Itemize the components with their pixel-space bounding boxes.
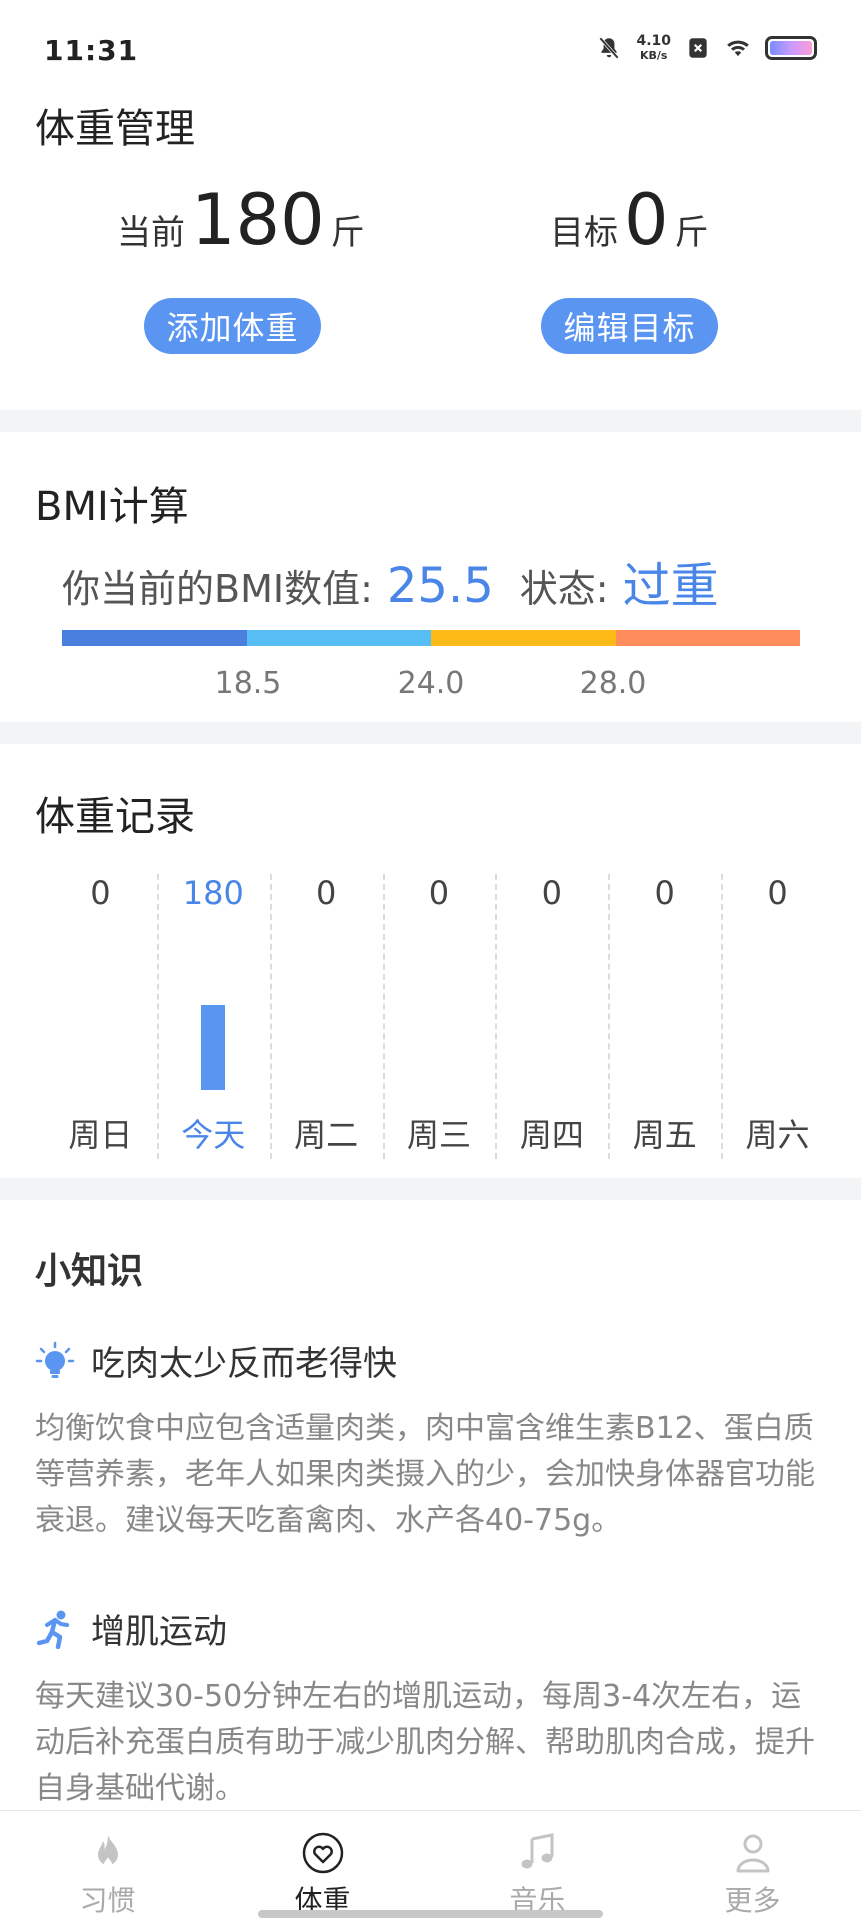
- day-column[interactable]: 0 周日: [44, 874, 157, 1159]
- bmi-tick: 28.0: [579, 666, 647, 701]
- nav-label: 更多: [724, 1884, 781, 1917]
- day-label: 周三: [406, 1116, 471, 1154]
- day-divider: [495, 874, 498, 1159]
- running-icon: [36, 1610, 69, 1649]
- net-speed: 4.10 KB/s: [636, 33, 671, 62]
- nav-item-more[interactable]: 更多: [645, 1811, 860, 1920]
- bmi-tick: 18.5: [214, 666, 282, 701]
- flame-icon: [97, 1835, 118, 1868]
- tip-body: 每天建议30-50分钟左右的增肌运动，每周3-4次左右，运动后补充蛋白质有助于减…: [35, 1679, 815, 1806]
- nav-item-habits[interactable]: 习惯: [0, 1811, 215, 1920]
- bmi-scale-segment: [246, 630, 431, 646]
- day-label: 周六: [745, 1116, 810, 1154]
- bmi-tick: 24.0: [397, 666, 465, 701]
- day-column[interactable]: 180 今天: [157, 874, 270, 1159]
- page-title: 体重管理: [35, 106, 195, 152]
- weight-record-chart: 0 周日 180 今天 0 周二 0 周三 0 周四 0 周五 0 周六: [44, 874, 834, 1159]
- user-icon: [736, 1834, 769, 1873]
- day-bar: [201, 1004, 226, 1090]
- day-label: 周四: [519, 1116, 584, 1154]
- day-value-label: 0: [90, 874, 111, 912]
- lightbulb-icon: [35, 1341, 75, 1378]
- day-divider: [156, 874, 159, 1159]
- bmi-status-label: 状态:: [519, 567, 609, 611]
- status-time: 11:31: [44, 34, 139, 67]
- mute-bell-icon: [599, 36, 620, 59]
- tip-header: 吃肉太少反而老得快: [35, 1336, 397, 1385]
- bmi-readout: 你当前的BMI数值: 25.5 状态: 过重: [62, 546, 719, 616]
- current-weight: 当前 180 斤: [117, 185, 365, 255]
- nav-label: 习惯: [79, 1884, 136, 1917]
- edit-target-button[interactable]: 编辑目标: [541, 298, 718, 354]
- section-divider: [0, 1178, 861, 1200]
- tips-section: 小知识 吃肉太少反而老得快 均衡饮食中应包含适量肉类，肉中富含维生素B12、蛋白…: [0, 1200, 861, 1810]
- target-weight: 目标 0 斤: [550, 185, 709, 255]
- day-value-label: 0: [654, 874, 675, 912]
- day-value-label: 0: [767, 874, 788, 912]
- tips-title: 小知识: [35, 1251, 144, 1292]
- bmi-scale-segment: [615, 630, 800, 646]
- bmi-scale-bar: [62, 630, 800, 646]
- bmi-scale-segment: [431, 630, 616, 646]
- day-column[interactable]: 0 周三: [383, 874, 496, 1159]
- add-weight-button[interactable]: 添加体重: [144, 298, 321, 354]
- bottom-nav: 习惯 体重 音乐 更多: [0, 1810, 861, 1920]
- music-note-icon: [521, 1833, 553, 1869]
- tip-title: 增肌运动: [91, 1612, 227, 1652]
- bmi-value: 25.5: [386, 558, 494, 614]
- sim-off-icon: [689, 37, 707, 58]
- bmi-scale-segment: [62, 630, 247, 646]
- bmi-status: 过重: [622, 558, 719, 614]
- weight-records-section: 体重记录 0 周日 180 今天 0 周二 0 周三 0 周四 0 周五 0 周六: [0, 744, 861, 1178]
- day-label: 今天: [181, 1116, 246, 1154]
- heart-icon: [302, 1832, 343, 1874]
- tip-header: 增肌运动: [35, 1604, 227, 1653]
- battery-icon: [765, 35, 817, 60]
- bmi-title: BMI计算: [35, 484, 189, 530]
- section-divider: [0, 722, 861, 744]
- home-indicator[interactable]: [258, 1910, 603, 1918]
- day-column[interactable]: 0 周四: [495, 874, 608, 1159]
- day-column[interactable]: 0 周六: [721, 874, 834, 1159]
- day-divider: [269, 874, 272, 1159]
- target-weight-unit: 斤: [674, 213, 709, 253]
- section-divider: [0, 410, 861, 432]
- day-label: 周五: [632, 1116, 697, 1154]
- current-weight-label: 当前: [117, 213, 185, 253]
- day-label: 周日: [68, 1116, 133, 1154]
- status-icons: 4.10 KB/s: [596, 34, 817, 61]
- day-label: 周二: [294, 1116, 359, 1154]
- day-column[interactable]: 0 周五: [608, 874, 721, 1159]
- current-weight-value: 180: [191, 179, 325, 261]
- current-weight-unit: 斤: [330, 213, 365, 253]
- bmi-text: 你当前的BMI数值:: [62, 567, 373, 611]
- bmi-section: BMI计算 你当前的BMI数值: 25.5 状态: 过重 18.5 24.0 2…: [0, 432, 861, 722]
- target-weight-label: 目标: [550, 213, 618, 253]
- target-weight-value: 0: [624, 179, 669, 261]
- day-divider: [721, 874, 724, 1159]
- day-value-label: 0: [315, 874, 337, 912]
- tip-body: 均衡饮食中应包含适量肉类，肉中富含维生素B12、蛋白质等营养素，老年人如果肉类摄…: [35, 1411, 815, 1538]
- day-column[interactable]: 0 周二: [270, 874, 383, 1159]
- status-bar: 11:31 4.10 KB/s: [0, 0, 861, 100]
- day-value-label: 0: [541, 874, 563, 912]
- day-value-label: 0: [428, 874, 450, 912]
- day-divider: [382, 874, 385, 1159]
- nav-item-weight[interactable]: 体重: [215, 1811, 430, 1920]
- day-value-label: 180: [182, 874, 244, 912]
- day-divider: [608, 874, 611, 1159]
- weight-management-section: 体重管理 当前 180 斤 目标 0 斤 添加体重 编辑目标: [0, 90, 861, 410]
- tip-title: 吃肉太少反而老得快: [91, 1344, 397, 1384]
- records-title: 体重记录: [35, 794, 195, 840]
- wifi-icon: [727, 40, 749, 56]
- nav-item-music[interactable]: 音乐: [430, 1811, 645, 1920]
